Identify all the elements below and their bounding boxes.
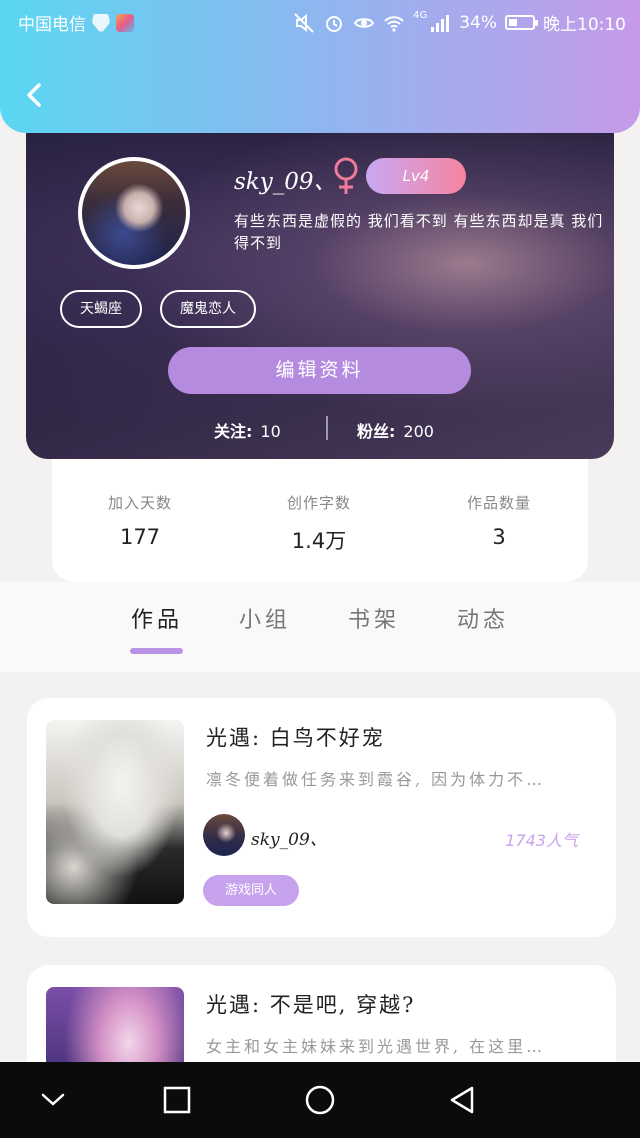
followers-count[interactable]: 粉丝: 200 [357,418,434,442]
recents-button[interactable] [159,1082,195,1118]
followers-label: 粉丝: [357,422,396,441]
home-button[interactable] [302,1082,338,1118]
work-description: 凛冬便着做任务来到霞谷, 因为体力不… [206,770,546,789]
stat-label: 创作字数 [286,494,351,512]
collapse-nav-button[interactable] [35,1082,71,1118]
following-label: 关注: [214,422,253,441]
stat-value: 1.4万 [291,529,347,553]
work-cover-image[interactable] [46,720,184,904]
stat-join-days: 加入天数 177 [70,492,210,549]
stat-value: 3 [492,525,506,549]
following-value: 10 [260,422,281,441]
popularity-count: 1743人气 [505,831,578,850]
app-notification-icon [92,13,110,32]
battery-icon [505,15,538,30]
signal-icon [431,14,450,32]
stat-value: 177 [119,525,161,549]
profile-tag: 天蝎座 [60,290,142,328]
author-name[interactable]: sky_09、 [251,825,327,850]
avatar[interactable] [78,157,190,269]
mute-icon [294,12,314,33]
tab-activity[interactable]: 动态 [457,602,509,634]
female-gender-icon [334,157,358,194]
home-circle-icon [305,1085,335,1115]
author-avatar[interactable] [203,814,245,856]
tab-bookshelf[interactable]: 书架 [348,602,400,634]
profile-tag: 魔鬼恋人 [160,290,256,328]
collapse-chevron-icon [41,1093,65,1106]
wifi-icon [384,15,404,32]
stat-works-count: 作品数量 3 [429,492,569,549]
profile-bio: 有些东西是虚假的 我们看不到 有些东西却是真 我们得不到 [234,212,604,252]
work-title[interactable]: 光遇: 白鸟不好宠 [206,722,385,752]
network-label: 4G [413,10,428,21]
top-header: 中国电信 4G 34% 晚上10:10 [0,0,640,133]
stats-card: 加入天数 177 创作字数 1.4万 作品数量 3 [52,440,588,582]
stat-label: 作品数量 [466,494,531,512]
genre-tag[interactable]: 游戏同人 [203,875,299,906]
carrier-label: 中国电信 [18,15,86,35]
follow-stats: 关注: 10 粉丝: 200 [26,414,614,444]
tab-bar: 作品 小组 书架 动态 [0,582,640,672]
following-count[interactable]: 关注: 10 [214,418,281,442]
status-bar: 中国电信 4G 34% 晚上10:10 [0,0,640,44]
app-notification-icon [116,13,134,32]
work-description: 女主和女主妹妹来到光遇世界, 在这里… [206,1037,546,1056]
divider [326,416,328,440]
alarm-icon [326,15,343,32]
tab-groups[interactable]: 小组 [239,602,291,634]
work-title[interactable]: 光遇: 不是吧, 穿越? [206,989,415,1019]
back-nav-button[interactable] [444,1082,480,1118]
stat-word-count: 创作字数 1.4万 [249,492,389,555]
eye-comfort-icon [353,17,375,28]
profile-card: sky_09、 Lv4 有些东西是虚假的 我们看不到 有些东西却是真 我们得不到… [26,104,614,459]
followers-value: 200 [403,422,434,441]
active-tab-indicator [130,648,183,654]
status-bar-right: 4G 34% 晚上10:10 [293,10,626,35]
back-triangle-icon [450,1086,474,1114]
clock: 晚上10:10 [543,15,626,35]
back-button[interactable] [18,76,50,114]
battery-percent: 34% [459,12,497,33]
stat-label: 加入天数 [107,494,172,512]
username: sky_09、 [234,169,337,195]
work-card[interactable]: 光遇: 白鸟不好宠 凛冬便着做任务来到霞谷, 因为体力不… sky_09、 17… [27,698,616,937]
system-nav-bar [0,1062,640,1138]
level-badge: Lv4 [366,158,466,194]
recents-square-icon [163,1086,191,1114]
edit-profile-button[interactable]: 编辑资料 [168,347,471,394]
tab-works[interactable]: 作品 [131,602,183,634]
chevron-left-icon [27,83,41,107]
status-bar-left: 中国电信 [18,10,134,35]
